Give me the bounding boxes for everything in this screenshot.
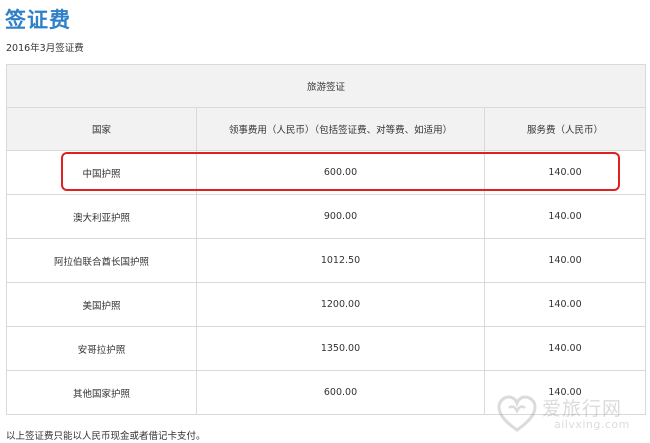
consular-fee-cell: 1350.00 bbox=[196, 326, 485, 371]
consular-fee-cell: 900.00 bbox=[196, 194, 485, 239]
watermark-domain: ailvxing.com bbox=[554, 418, 630, 431]
group-header: 旅游签证 bbox=[5, 64, 647, 108]
country-cell: 澳大利亚护照 bbox=[6, 194, 197, 239]
watermark: 爱旅行网 ailvxing.com bbox=[496, 392, 648, 438]
visa-fee-table: 旅游签证 国家 领事费用（人民币）（包括签证费、对等费、如适用） 服务费（人民币… bbox=[5, 64, 647, 415]
page-date: 2016年3月签证费 bbox=[6, 43, 84, 54]
consular-fee-cell: 1200.00 bbox=[196, 282, 485, 327]
consular-fee-cell: 1012.50 bbox=[196, 238, 485, 283]
table-row: 中国护照 600.00 140.00 bbox=[6, 150, 647, 195]
page-title: 签证费 bbox=[5, 8, 71, 32]
country-cell: 其他国家护照 bbox=[6, 370, 197, 415]
service-fee-cell: 140.00 bbox=[483, 150, 647, 195]
consular-fee-cell: 600.00 bbox=[196, 150, 485, 195]
service-fee-cell: 140.00 bbox=[483, 238, 647, 283]
table-row: 安哥拉护照 1350.00 140.00 bbox=[6, 326, 647, 371]
column-header-consular-fee: 领事费用（人民币）（包括签证费、对等费、如适用） bbox=[196, 107, 485, 151]
table-row: 澳大利亚护照 900.00 140.00 bbox=[6, 194, 647, 239]
column-header-service-fee: 服务费（人民币） bbox=[483, 107, 647, 151]
consular-fee-cell: 600.00 bbox=[196, 370, 485, 415]
column-header-country: 国家 bbox=[6, 107, 197, 151]
table-row: 阿拉伯联合酋长国护照 1012.50 140.00 bbox=[6, 238, 647, 283]
service-fee-cell: 140.00 bbox=[483, 282, 647, 327]
group-header-row: 旅游签证 bbox=[5, 64, 647, 108]
country-cell: 安哥拉护照 bbox=[6, 326, 197, 371]
service-fee-cell: 140.00 bbox=[483, 194, 647, 239]
column-header-row: 国家 领事费用（人民币）（包括签证费、对等费、如适用） 服务费（人民币） bbox=[6, 107, 647, 151]
table-row: 美国护照 1200.00 140.00 bbox=[6, 282, 647, 327]
country-cell: 阿拉伯联合酋长国护照 bbox=[6, 238, 197, 283]
payment-footnote: 以上签证费只能以人民币现金或者借记卡支付。 bbox=[6, 431, 206, 442]
service-fee-cell: 140.00 bbox=[483, 326, 647, 371]
country-cell: 中国护照 bbox=[6, 150, 197, 195]
country-cell: 美国护照 bbox=[6, 282, 197, 327]
heart-logo-icon bbox=[497, 395, 537, 432]
watermark-brand-name: 爱旅行网 bbox=[542, 398, 623, 420]
